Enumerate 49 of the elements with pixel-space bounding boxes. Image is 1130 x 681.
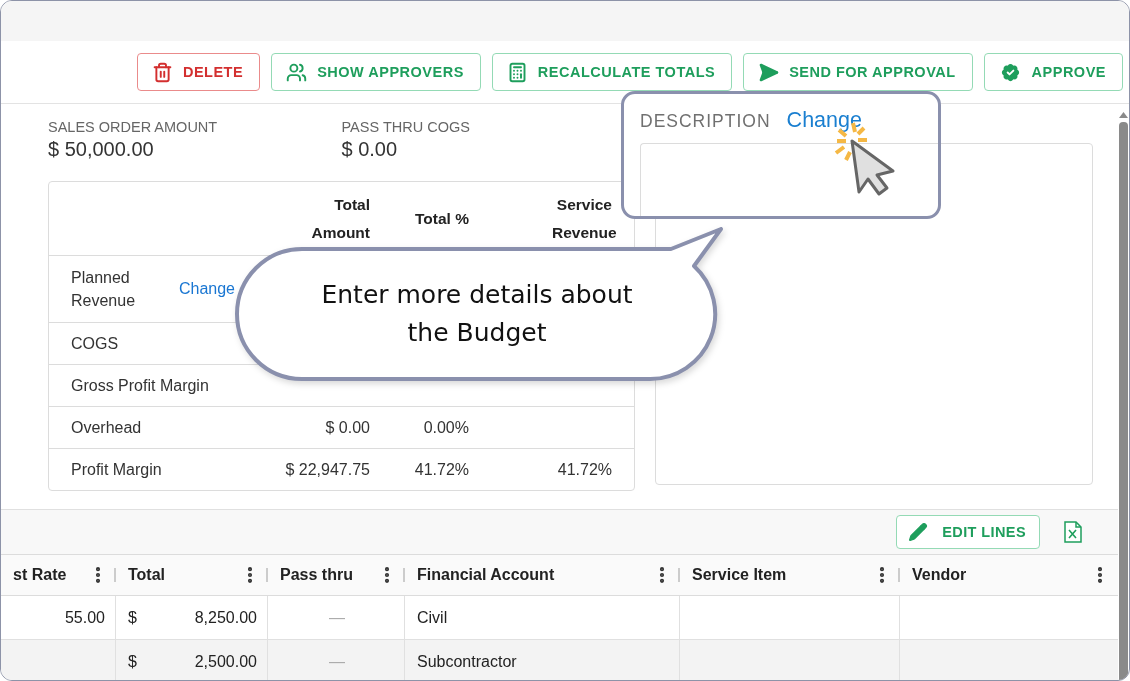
column-header: Total Amount [310, 194, 370, 243]
table-row[interactable]: $ 2,500.00 — Subcontractor [1, 640, 1118, 680]
summary-value: $ 0.00 [341, 138, 399, 161]
column-title: Service Item [692, 566, 788, 584]
summary-label: PASS THRU COGS [341, 119, 471, 135]
column-header[interactable]: Total [116, 554, 268, 596]
column-title: Pass thru [280, 566, 354, 584]
column-title: Financial Account [417, 566, 556, 584]
amount-text: 2,500.00 [194, 652, 257, 671]
send-icon [758, 61, 780, 83]
currency-sign: $ [128, 608, 137, 627]
column-title: Total [128, 566, 167, 584]
table-cell: 41.72% [557, 460, 612, 479]
table-cell: Subcontractor [405, 640, 680, 680]
row-label: COGS [71, 334, 119, 354]
change-link[interactable]: Change [786, 108, 862, 133]
summary-value: $ 50,000.00 [48, 138, 155, 161]
trash-icon [151, 61, 173, 83]
amount-text: 8,250.00 [194, 608, 257, 627]
row-label: Gross Profit Margin [71, 376, 209, 396]
row-label: Overhead [71, 418, 142, 438]
spreadsheet-icon[interactable] [1063, 521, 1083, 543]
delete-button[interactable]: DELETE [136, 53, 261, 91]
column-header[interactable]: Service Item [680, 554, 900, 596]
table-cell: $ 22,947.75 [285, 460, 370, 479]
change-link[interactable]: Change [178, 280, 235, 298]
column-header[interactable]: Vendor [900, 554, 1118, 596]
column-title: Vendor [912, 566, 968, 584]
column-header[interactable]: st Rate [1, 554, 116, 596]
callout-text: Enter more details about the Budget [320, 279, 634, 349]
currency-sign: $ [128, 652, 137, 671]
scroll-up-icon[interactable] [1119, 112, 1128, 118]
table-cell: 0.00% [423, 418, 469, 437]
summary-label: SALES ORDER AMOUNT [48, 119, 219, 135]
table-cell: 41.72% [414, 460, 469, 479]
dash-mark: — [329, 608, 345, 627]
scrollbar-thumb[interactable] [1119, 122, 1128, 680]
dash-mark: — [329, 652, 345, 671]
row-label: Profit Margin [71, 460, 162, 480]
description-label: DESCRIPTION [640, 111, 771, 132]
table-row[interactable]: 55.00 $ 8,250.00 — Civil [1, 596, 1118, 640]
table-cell: $ 0.00 [325, 418, 370, 437]
pencil-icon [908, 522, 929, 542]
column-header[interactable]: Financial Account [405, 554, 680, 596]
users-icon [286, 61, 308, 83]
column-header: Total % [415, 208, 469, 229]
row-label: Planned Revenue [71, 268, 137, 311]
column-header[interactable]: Pass thru [268, 554, 405, 596]
column-title: st Rate [13, 566, 68, 584]
